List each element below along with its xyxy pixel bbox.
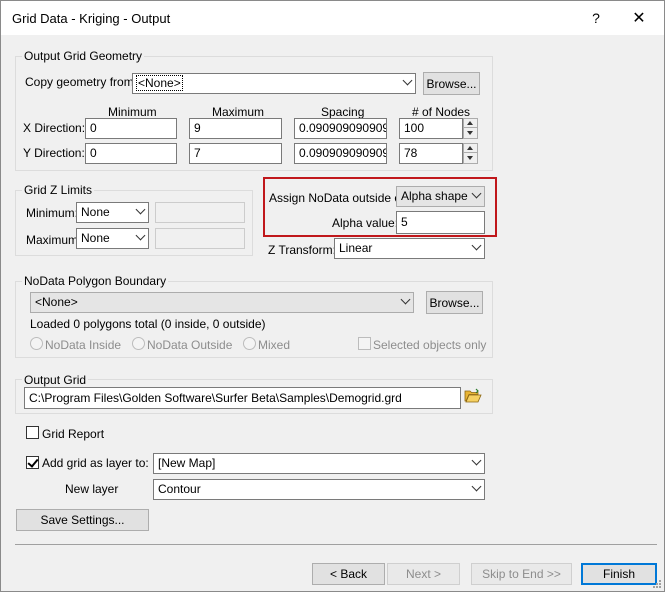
resize-grip-icon[interactable] <box>650 577 662 589</box>
radio-mixed <box>243 337 256 350</box>
y-nodes-input[interactable]: 78 <box>399 143 463 164</box>
polygon-boundary-value: <None> <box>35 295 78 309</box>
spin-up-icon[interactable] <box>464 144 477 153</box>
dialog-window: Grid Data - Kriging - Output ? ✕ Output … <box>0 0 665 592</box>
column-nodes-label: # of Nodes <box>412 105 471 119</box>
spin-down-icon[interactable] <box>464 129 477 138</box>
z-minimum-label: Minimum: <box>26 206 79 220</box>
polygon-browse-button[interactable]: Browse... <box>426 291 483 314</box>
z-transform-value: Linear <box>339 241 373 255</box>
z-maximum-input <box>155 228 245 249</box>
new-layer-value: Contour <box>158 482 201 496</box>
nodata-polygon-label: NoData Polygon Boundary <box>22 274 169 288</box>
x-spacing-input[interactable]: 0.0909090909090909 <box>294 118 387 139</box>
add-layer-target-value: [New Map] <box>158 456 216 470</box>
copy-geometry-browse-button[interactable]: Browse... <box>423 72 480 95</box>
next-button: Next > <box>387 563 460 585</box>
spin-up-icon[interactable] <box>464 119 477 128</box>
alpha-value-label: Alpha value: <box>332 216 399 230</box>
output-grid-path-input[interactable]: C:\Program Files\Golden Software\Surfer … <box>24 387 461 409</box>
z-minimum-select[interactable]: None <box>76 202 149 223</box>
grid-z-limits-label: Grid Z Limits <box>22 183 95 197</box>
open-folder-icon[interactable] <box>464 388 482 404</box>
chevron-down-icon <box>135 230 146 241</box>
copy-geometry-value: <None> <box>136 75 183 91</box>
chevron-down-icon <box>135 204 146 215</box>
help-icon[interactable]: ? <box>576 1 616 35</box>
add-layer-target-select[interactable]: [New Map] <box>153 453 485 474</box>
chevron-down-icon <box>471 240 482 251</box>
column-minimum-label: Minimum <box>108 105 157 119</box>
z-transform-select[interactable]: Linear <box>334 238 485 259</box>
output-grid-label: Output Grid <box>22 373 89 387</box>
selected-objects-checkbox <box>358 337 371 350</box>
polygon-boundary-select[interactable]: <None> <box>30 292 414 313</box>
x-nodes-input[interactable]: 100 <box>399 118 463 139</box>
grid-report-label[interactable]: Grid Report <box>42 427 104 441</box>
x-direction-label: X Direction: <box>23 121 86 135</box>
assign-nodata-value: Alpha shape <box>401 189 468 203</box>
z-maximum-value: None <box>81 231 110 245</box>
spin-down-icon[interactable] <box>464 154 477 163</box>
z-maximum-select[interactable]: None <box>76 228 149 249</box>
copy-geometry-label: Copy geometry from: <box>25 75 138 89</box>
y-minimum-input[interactable]: 0 <box>85 143 177 164</box>
z-transform-label: Z Transform: <box>268 243 337 257</box>
back-button[interactable]: < Back <box>312 563 385 585</box>
alpha-value-input[interactable]: 5 <box>396 211 485 234</box>
y-direction-label: Y Direction: <box>23 146 85 160</box>
y-maximum-input[interactable]: 7 <box>189 143 282 164</box>
x-maximum-input[interactable]: 9 <box>189 118 282 139</box>
column-maximum-label: Maximum <box>212 105 265 119</box>
x-nodes-spinner[interactable] <box>463 118 478 139</box>
z-maximum-label: Maximum: <box>26 233 82 247</box>
chevron-down-icon <box>471 188 482 199</box>
output-grid-geometry-label: Output Grid Geometry <box>22 49 145 63</box>
save-settings-button[interactable]: Save Settings... <box>16 509 149 531</box>
selected-objects-label: Selected objects only <box>373 338 487 352</box>
column-spacing-label: Spacing <box>321 105 365 119</box>
nodata-outside-label: NoData Outside <box>147 338 233 352</box>
add-grid-layer-label[interactable]: Add grid as layer to: <box>42 456 149 470</box>
nodata-inside-label: NoData Inside <box>45 338 122 352</box>
finish-button[interactable]: Finish <box>581 563 657 585</box>
grid-report-checkbox[interactable] <box>26 426 39 439</box>
new-layer-select[interactable]: Contour <box>153 479 485 500</box>
add-grid-layer-checkbox[interactable] <box>26 456 39 469</box>
z-minimum-input <box>155 202 245 223</box>
chevron-down-icon <box>471 455 482 466</box>
y-nodes-spinner[interactable] <box>463 143 478 164</box>
z-minimum-value: None <box>81 205 110 219</box>
window-title: Grid Data - Kriging - Output <box>12 11 171 26</box>
mixed-label: Mixed <box>258 338 291 352</box>
assign-nodata-label: Assign NoData outside of: <box>269 191 408 205</box>
footer-separator <box>15 544 657 545</box>
polygons-loaded-text: Loaded 0 polygons total (0 inside, 0 out… <box>30 317 266 331</box>
assign-nodata-select[interactable]: Alpha shape <box>396 186 485 207</box>
chevron-down-icon <box>402 75 413 86</box>
copy-geometry-select[interactable]: <None> <box>132 73 416 94</box>
chevron-down-icon <box>471 481 482 492</box>
skip-to-end-button: Skip to End >> <box>471 563 572 585</box>
y-spacing-input[interactable]: 0.0909090909090909 <box>294 143 387 164</box>
chevron-down-icon <box>400 294 411 305</box>
title-bar: Grid Data - Kriging - Output ? ✕ <box>1 1 664 35</box>
x-minimum-input[interactable]: 0 <box>85 118 177 139</box>
close-icon[interactable]: ✕ <box>619 1 659 35</box>
radio-nodata-inside <box>30 337 43 350</box>
radio-nodata-outside <box>132 337 145 350</box>
new-layer-label: New layer <box>65 482 119 496</box>
